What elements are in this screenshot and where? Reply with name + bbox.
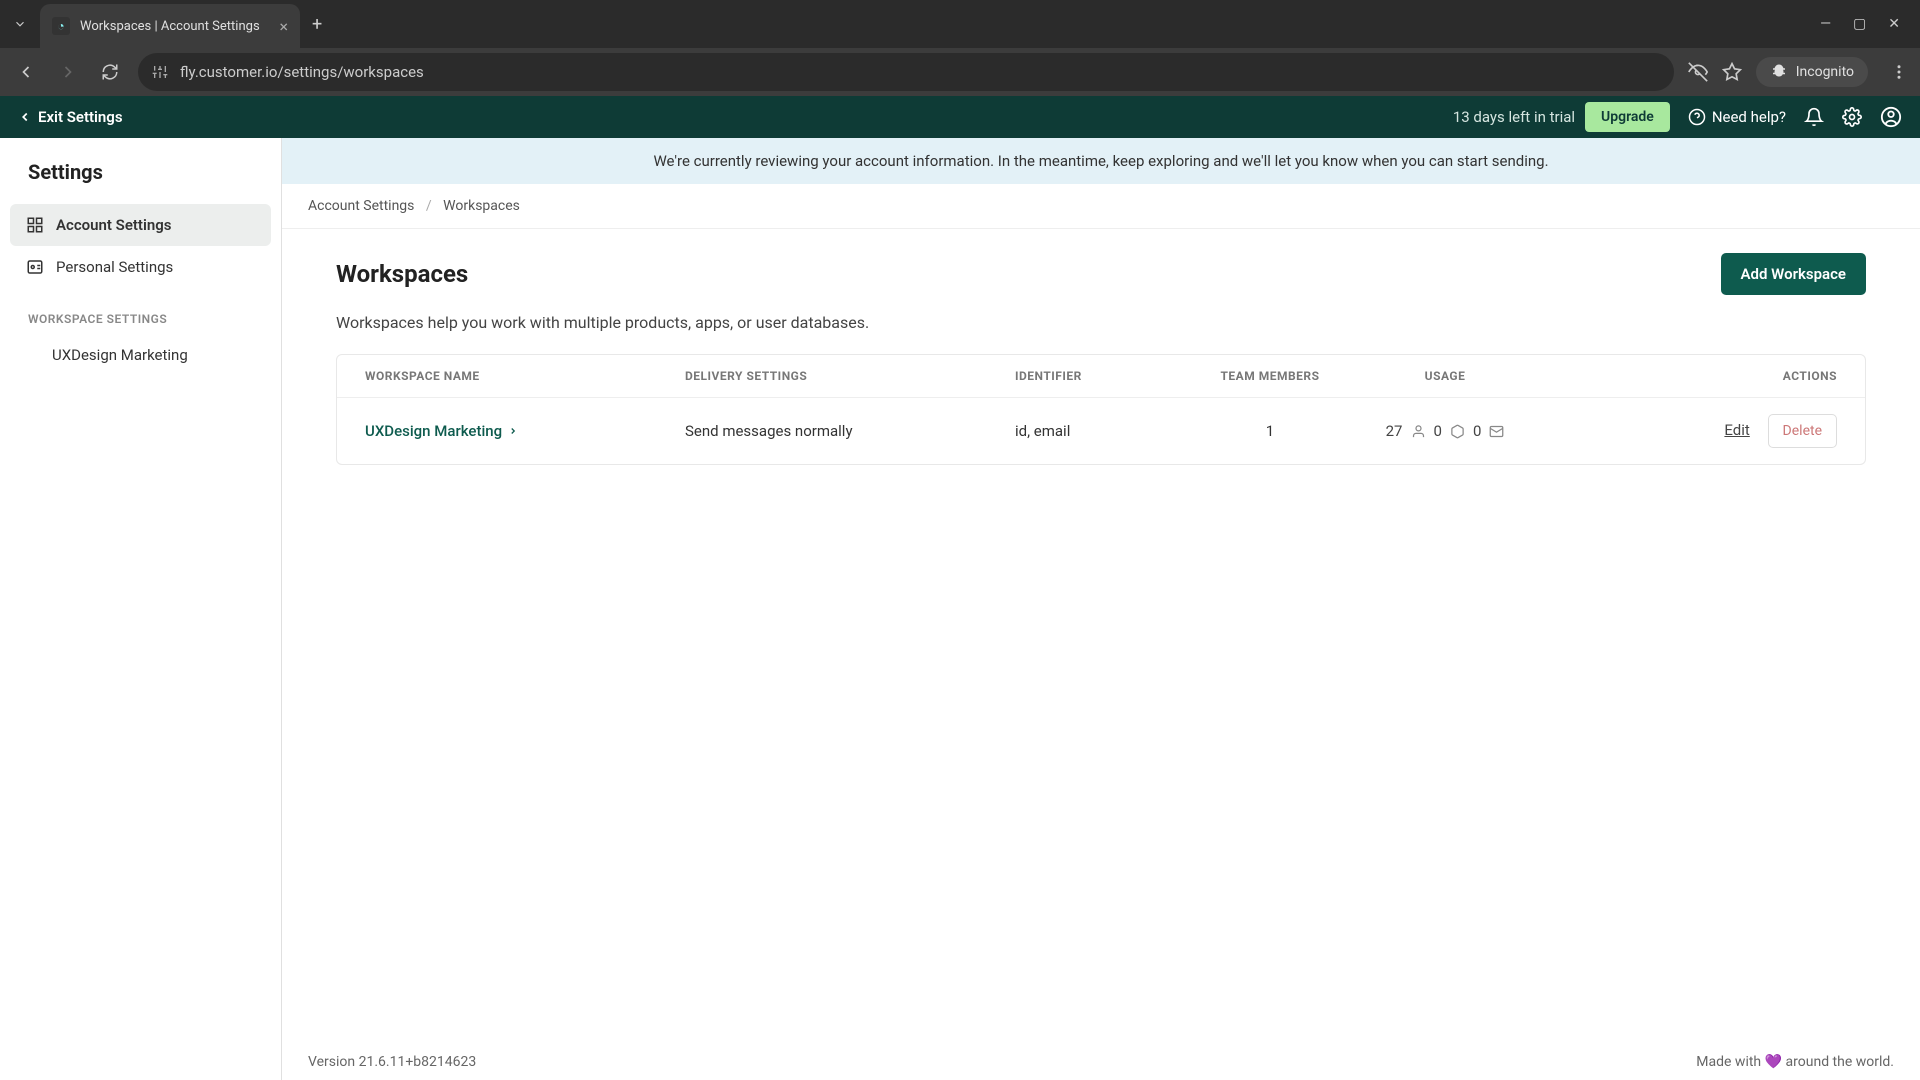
usage-objects-count: 0 xyxy=(1434,422,1442,440)
identifier-cell: id, email xyxy=(1015,422,1185,440)
col-header-identifier: IDENTIFIER xyxy=(1015,369,1185,383)
usage-people-count: 27 xyxy=(1386,422,1403,440)
breadcrumb: Account Settings / Workspaces xyxy=(282,184,1920,229)
tab-favicon-icon: ◔ xyxy=(52,17,70,35)
url-text: fly.customer.io/settings/workspaces xyxy=(180,63,424,81)
close-window-button[interactable]: ✕ xyxy=(1888,16,1900,32)
people-icon xyxy=(1411,424,1426,439)
address-bar[interactable]: fly.customer.io/settings/workspaces xyxy=(138,53,1674,91)
reload-button[interactable] xyxy=(96,58,124,86)
mail-icon xyxy=(1489,424,1504,439)
trial-status: 13 days left in trial xyxy=(1453,108,1575,126)
eye-off-icon[interactable] xyxy=(1688,62,1708,82)
close-tab-icon[interactable]: × xyxy=(279,17,288,36)
sidebar-section-title: WORKSPACE SETTINGS xyxy=(10,288,271,336)
need-help-button[interactable]: Need help? xyxy=(1688,108,1786,126)
delete-button[interactable]: Delete xyxy=(1768,414,1837,448)
add-workspace-button[interactable]: Add Workspace xyxy=(1721,253,1866,295)
back-button[interactable] xyxy=(12,58,40,86)
main-content: We're currently reviewing your account i… xyxy=(282,138,1920,1080)
browser-menu-icon[interactable] xyxy=(1890,63,1908,81)
sidebar-item-personal-settings[interactable]: Personal Settings xyxy=(10,246,271,288)
tab-title: Workspaces | Account Settings xyxy=(80,19,271,34)
grid-icon xyxy=(26,216,44,234)
notifications-icon[interactable] xyxy=(1804,107,1824,127)
delivery-cell: Send messages normally xyxy=(685,422,1015,440)
user-icon xyxy=(26,258,44,276)
sidebar: Settings Account Settings Personal Setti… xyxy=(0,138,282,1080)
incognito-badge[interactable]: Incognito xyxy=(1756,57,1868,87)
sidebar-item-account-settings[interactable]: Account Settings xyxy=(10,204,271,246)
table-header-row: WORKSPACE NAME DELIVERY SETTINGS IDENTIF… xyxy=(337,355,1865,398)
need-help-label: Need help? xyxy=(1712,108,1786,126)
sidebar-workspace-item[interactable]: UXDesign Marketing xyxy=(10,336,271,374)
incognito-label: Incognito xyxy=(1796,64,1854,80)
col-header-actions: ACTIONS xyxy=(1535,369,1837,383)
forward-button[interactable] xyxy=(54,58,82,86)
upgrade-button[interactable]: Upgrade xyxy=(1585,102,1670,132)
edit-link[interactable]: Edit xyxy=(1724,421,1749,439)
heart-icon: 💜 xyxy=(1765,1054,1782,1070)
usage-messages-count: 0 xyxy=(1473,422,1481,440)
user-avatar-icon[interactable] xyxy=(1880,106,1902,128)
maximize-button[interactable]: ▢ xyxy=(1853,16,1866,32)
page-description: Workspaces help you work with multiple p… xyxy=(336,313,1866,332)
browser-tab-strip: ◔ Workspaces | Account Settings × + — ▢ … xyxy=(0,0,1920,48)
col-header-delivery: DELIVERY SETTINGS xyxy=(685,369,1015,383)
workspace-name-text: UXDesign Marketing xyxy=(365,422,502,440)
workspaces-table: WORKSPACE NAME DELIVERY SETTINGS IDENTIF… xyxy=(336,354,1866,465)
minimize-button[interactable]: — xyxy=(1820,16,1831,32)
made-with-text: Made with 💜 around the world. xyxy=(1696,1054,1894,1070)
sidebar-item-label: Account Settings xyxy=(56,216,172,234)
bookmark-star-icon[interactable] xyxy=(1722,62,1742,82)
breadcrumb-separator: / xyxy=(426,198,432,214)
version-text: Version 21.6.11+b8214623 xyxy=(308,1054,476,1070)
col-header-usage: USAGE xyxy=(1355,369,1535,383)
col-header-name: WORKSPACE NAME xyxy=(365,369,685,383)
footer: Version 21.6.11+b8214623 Made with 💜 aro… xyxy=(282,1044,1920,1080)
members-cell: 1 xyxy=(1185,422,1355,440)
settings-gear-icon[interactable] xyxy=(1842,107,1862,127)
browser-toolbar: fly.customer.io/settings/workspaces Inco… xyxy=(0,48,1920,96)
cube-icon xyxy=(1450,424,1465,439)
app-header: Exit Settings 13 days left in trial Upgr… xyxy=(0,96,1920,138)
breadcrumb-parent[interactable]: Account Settings xyxy=(308,198,414,214)
exit-settings-label: Exit Settings xyxy=(38,108,123,126)
new-tab-button[interactable]: + xyxy=(312,14,322,35)
page-title: Workspaces xyxy=(336,260,468,288)
exit-settings-button[interactable]: Exit Settings xyxy=(18,108,123,126)
info-banner: We're currently reviewing your account i… xyxy=(282,138,1920,184)
sidebar-title: Settings xyxy=(10,156,271,204)
usage-stats: 27 0 0 xyxy=(1355,422,1535,440)
browser-tab[interactable]: ◔ Workspaces | Account Settings × xyxy=(40,4,300,48)
table-row: UXDesign Marketing Send messages normall… xyxy=(337,398,1865,464)
sidebar-item-label: Personal Settings xyxy=(56,258,173,276)
breadcrumb-current: Workspaces xyxy=(443,198,520,214)
window-controls: — ▢ ✕ xyxy=(1820,16,1912,32)
col-header-members: TEAM MEMBERS xyxy=(1185,369,1355,383)
site-settings-icon[interactable] xyxy=(152,64,168,80)
chevron-right-icon xyxy=(508,426,518,436)
workspace-name-link[interactable]: UXDesign Marketing xyxy=(365,422,518,440)
tab-search-dropdown[interactable] xyxy=(8,12,32,36)
